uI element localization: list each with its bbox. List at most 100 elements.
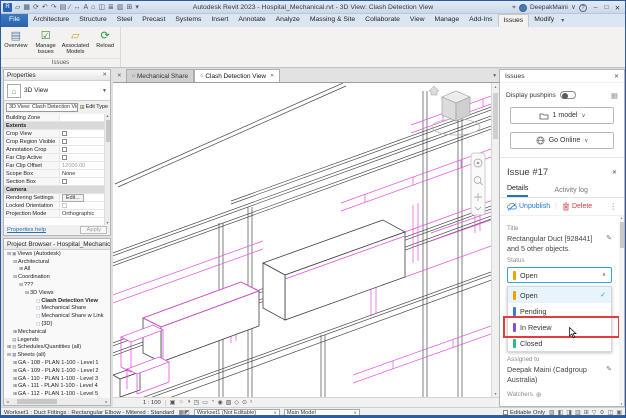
open-file-icon[interactable]: ▱ [15,1,20,14]
edit-button[interactable]: Edit... [62,193,84,202]
ribbon-tab-issues[interactable]: Issues [497,14,530,27]
add-watcher-icon[interactable]: ⊕ [536,391,542,399]
property-value[interactable] [60,147,104,152]
help-icon[interactable]: ? [579,3,587,12]
ribbon-tab-annotate[interactable]: Annotate [233,14,270,27]
default-3d-view-icon[interactable]: ⌂ [91,1,95,14]
property-value[interactable] [60,139,104,144]
undo-icon[interactable]: ↶ [42,1,48,14]
sun-path-icon[interactable]: ☼ [178,399,184,406]
tree-item-ga-111-plan-1-100-level-4[interactable]: ⊞ GA - 111 - PLAN 1-100 - Level 4 [4,383,110,391]
apply-button[interactable]: Apply [80,226,107,234]
visibility-icon[interactable]: ▥ [117,1,124,14]
close-view-icon[interactable]: ✕ [113,73,126,82]
tree-item-architectural[interactable]: ⊟ Architectural [4,258,110,266]
ribbon-tab-insert[interactable]: Insert [206,14,233,27]
ribbon-tab-architecture[interactable]: Architecture [28,14,74,27]
status-dropdown-field[interactable]: Open ∧ [507,267,612,284]
checkbox[interactable] [62,131,67,136]
project-browser-hscrollbar[interactable]: ◂ ▸ [4,398,110,405]
properties-titlebar[interactable]: Properties ✕ [4,70,110,81]
worksharing-display-icon[interactable]: ▧ [226,399,232,406]
tree-item-schedules-quantities-all[interactable]: ⊞ ▥ Schedules/Quantities (all) [4,344,110,352]
ribbon-tab-file[interactable]: File [1,14,28,27]
save-icon[interactable]: ▦ [23,1,30,14]
issues-scrollbar[interactable]: ▴ ▾ [619,216,624,406]
property-value[interactable]: Orthographic [60,211,104,217]
ribbon-tab-collaborate[interactable]: Collaborate [360,14,405,27]
tree-item-ga-112-plan-1-100-level-5[interactable]: ⊞ GA - 112 - PLAN 1-100 - Level 5 [4,390,110,398]
close-tab-icon[interactable]: ✕ [270,73,274,79]
crop-view-icon[interactable]: ◳ [194,399,200,406]
signed-in-user[interactable]: DeepakMaini [530,4,568,11]
maximize-button[interactable]: □ [601,4,612,12]
properties-help-link[interactable]: Properties help [7,227,46,233]
properties-scrollbar[interactable]: ▲ ▼ [105,114,110,225]
more-options-icon[interactable]: ⋮ [610,202,618,211]
tree-item-coordination[interactable]: ⊟ Coordination [4,273,110,281]
measure-icon[interactable]: ∕ [69,1,70,14]
manage-issues-button[interactable]: ☑ Manage Issues [31,28,61,58]
view-scale[interactable]: 1 : 100 [139,399,166,406]
model-filter-button[interactable]: 1 model ∨ [510,107,614,124]
close-issue-icon[interactable]: ✕ [612,169,617,176]
visual-style-icon[interactable]: ▣ [170,399,176,406]
edit-icon[interactable]: ✎ [606,365,612,373]
tree-item-ga-109-plan-1-100-level-2[interactable]: ⊞ GA - 109 - PLAN 1-100 - Level 2 [4,367,110,375]
unpublish-button[interactable]: Unpublish [507,202,550,211]
print-icon[interactable]: ▤ [60,1,67,14]
view-selector-combo[interactable]: 3D View: Clash Detection View ∨ [6,102,78,112]
view-tab-clash-detection-view[interactable]: ⌂ Clash Detection View ✕ [194,69,281,82]
status-option-in-review[interactable]: In Review [508,319,611,335]
tree-item-ga-110-plan-1-100-level-3[interactable]: ⊞ GA - 110 - PLAN 1-100 - Level 3 [4,375,110,383]
go-online-button[interactable]: Go Online ∨ [510,132,614,149]
close-button[interactable]: ✕ [612,4,623,12]
tree-item-mechanical-share-w-link[interactable]: ▢ Mechanical Share w Link [4,312,110,320]
titlebar[interactable]: R ▱ ▦ ⟳ ↶ ↷ ▤ ∕ ↔ A ⌂ ◫ ≣ ▥ ⊞ ▾ Autodesk Revit 2023 - … [1,1,625,14]
scroll-thumb[interactable] [493,93,498,139]
collapse-bar-icon[interactable]: ‹ [250,399,252,406]
status-option-closed[interactable]: Closed [508,335,611,351]
ribbon-tab-precast[interactable]: Precast [137,14,170,27]
viewcube-home-icon[interactable] [428,85,440,96]
checkbox[interactable] [62,147,67,152]
qat-customize-icon[interactable]: ▾ [135,1,139,14]
overview-button[interactable]: ▤ Overview [1,28,31,58]
sync-with-central-icon[interactable]: ⟳ [33,1,39,14]
type-selector[interactable]: ⌂ 3D View ▼ [4,81,110,101]
switch-windows-icon[interactable]: ⊞ [126,1,132,14]
status-option-pending[interactable]: Pending [508,303,611,319]
tree-item-ga-108-plan-1-100-level-1[interactable]: ⊞ GA - 108 - PLAN 1-100 - Level 1 [4,359,110,367]
drawing-canvas[interactable]: ▴ ▾ [113,83,499,397]
temporary-hide-isolate-icon[interactable]: ◔ [211,399,215,406]
aligned-dimension-icon[interactable]: ↔ [73,1,80,14]
property-value[interactable] [60,155,104,160]
close-icon[interactable]: ✕ [614,73,619,80]
status-option-open[interactable]: Open ✓ [508,287,611,304]
delete-button[interactable]: Delete [562,202,592,211]
ribbon-tab-add-ins[interactable]: Add-Ins [464,14,497,27]
search-icon[interactable]: ⌖ [512,1,516,14]
scroll-left-icon[interactable]: ◂ [4,399,11,404]
tree-item-3d[interactable]: ▢ {3D} [4,320,110,328]
checkbox[interactable] [62,155,67,160]
scroll-right-icon[interactable]: ▸ [103,399,110,404]
checkbox[interactable] [62,203,67,208]
minimize-button[interactable]: – [590,4,601,12]
signin-chevron-icon[interactable]: ∨ [571,1,576,14]
issue-tab-activity-log[interactable]: Activity log [554,187,587,197]
issue-tab-details[interactable]: Details [507,185,529,197]
thin-lines-icon[interactable]: ≣ [108,1,114,14]
associated-models-button[interactable]: ▱ Associated Models [61,28,91,58]
ribbon-display-toggle-icon[interactable]: ▾ [559,14,568,27]
checkbox[interactable] [62,139,67,144]
scroll-thumb[interactable] [17,399,57,404]
ribbon-tab-analyze[interactable]: Analyze [271,14,305,27]
ribbon-tab-view[interactable]: View [405,14,430,27]
avatar[interactable] [518,3,527,12]
reveal-hidden-elements-icon[interactable]: ◉ [218,399,223,406]
property-value[interactable] [60,131,104,136]
edit-icon[interactable]: ✎ [606,234,612,242]
tree-item-mechanical[interactable]: ⊞ Mechanical [4,328,110,336]
view-tab-mechanical-share[interactable]: ⌂ Mechanical Share [125,69,195,82]
